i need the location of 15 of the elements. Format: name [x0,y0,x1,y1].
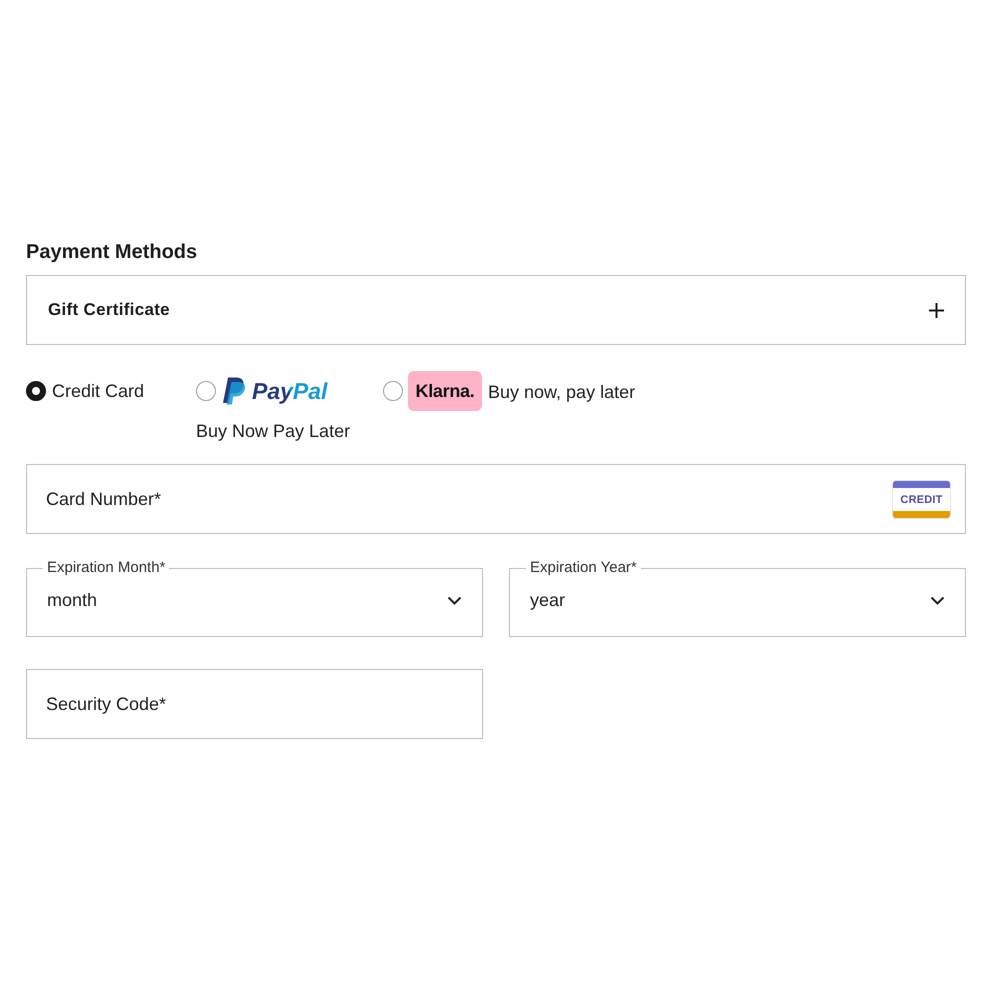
card-type-badge: CREDIT [893,481,950,518]
payment-option-caption: Buy Now Pay Later [196,421,350,441]
radio-button[interactable] [383,381,403,401]
payment-option-label[interactable]: Credit Card [52,380,144,402]
gift-certificate-toggle[interactable]: Gift Certificate [26,275,966,345]
radio-button[interactable] [196,381,216,401]
monogram-icon [222,377,246,405]
expiration-select[interactable]: Expiration Month* month [26,559,483,637]
logo-badge: Klarna. [408,371,482,411]
security-code-field[interactable]: Security Code* [26,669,483,739]
payment-option-caption: Buy now, pay later [488,382,636,402]
section-heading: Payment Methods [26,240,198,265]
plus-icon [929,302,944,318]
expiration-select[interactable]: Expiration Year* year [509,559,966,637]
radio-button[interactable] [26,381,46,401]
